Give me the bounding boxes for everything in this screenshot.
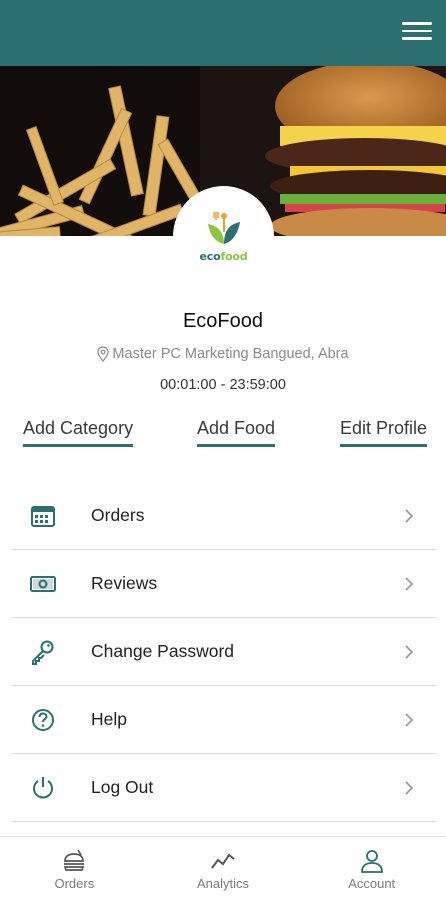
- menu-item-log-out[interactable]: Log Out: [12, 754, 436, 822]
- store-hours: 00:01:00 - 23:59:00: [160, 377, 286, 393]
- menu-item-reviews[interactable]: Reviews: [12, 550, 436, 618]
- store-logo: ecofood: [173, 186, 274, 287]
- nav-analytics[interactable]: Analytics: [149, 837, 298, 900]
- nav-label: Orders: [54, 876, 95, 891]
- menu-item-label: Reviews: [91, 573, 158, 593]
- bottom-navigation: Orders Analytics Account: [0, 836, 446, 900]
- menu-item-help[interactable]: Help: [12, 686, 436, 754]
- chevron-right-icon: [405, 780, 414, 795]
- menu-item-change-password[interactable]: Change Password: [12, 618, 436, 686]
- power-icon: [33, 776, 53, 798]
- store-address: Master PC Marketing Bangued, Abra: [0, 346, 446, 362]
- leaf-logo-icon: [207, 212, 240, 244]
- menu-item-orders[interactable]: Orders: [12, 482, 436, 550]
- account-menu: Orders Reviews Change Password Help Log …: [12, 482, 436, 822]
- app-screen: ecofood EcoFood Master PC Marketing Bang…: [0, 0, 446, 900]
- analytics-icon: [211, 853, 235, 869]
- location-pin-icon: [97, 346, 110, 362]
- nav-account[interactable]: Account: [297, 837, 446, 900]
- nav-label: Analytics: [196, 876, 250, 891]
- top-app-bar: [0, 0, 446, 66]
- menu-item-label: Change Password: [91, 641, 234, 661]
- help-icon: [32, 708, 54, 731]
- address-text: Master PC Marketing Bangued, Abra: [112, 346, 349, 362]
- store-name: EcoFood: [182, 310, 264, 332]
- edit-profile-button[interactable]: Edit Profile: [340, 418, 428, 447]
- menu-item-label: Log Out: [91, 777, 154, 797]
- money-icon: [30, 575, 56, 592]
- nav-label: Account: [348, 876, 396, 891]
- add-category-button[interactable]: Add Category: [23, 418, 134, 447]
- key-icon: [32, 640, 54, 665]
- chevron-right-icon: [405, 712, 414, 727]
- person-icon: [360, 850, 383, 873]
- menu-item-label: Help: [91, 709, 127, 729]
- chevron-right-icon: [405, 644, 414, 659]
- hamburger-menu-icon[interactable]: [402, 22, 432, 44]
- menu-item-label: Orders: [91, 505, 145, 525]
- logo-wordmark: ecofood: [199, 250, 248, 263]
- chevron-right-icon: [405, 576, 414, 591]
- food-icon: [64, 849, 85, 871]
- chevron-right-icon: [405, 508, 414, 523]
- nav-orders[interactable]: Orders: [0, 837, 149, 900]
- add-food-button[interactable]: Add Food: [197, 418, 276, 447]
- calendar-icon: [31, 505, 55, 527]
